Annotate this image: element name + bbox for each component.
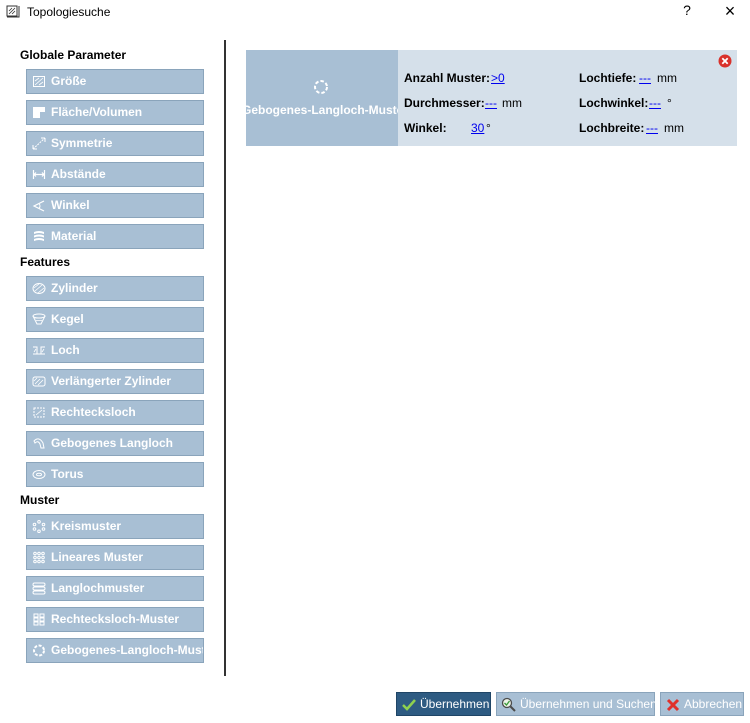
lochwinkel-label: Lochwinkel: (579, 96, 649, 110)
hole-icon (33, 346, 45, 355)
sidebar-item-kreismuster[interactable]: Kreismuster (26, 514, 204, 539)
section-title-muster: Muster (20, 493, 60, 507)
cone-icon (32, 313, 46, 325)
apply-button-label: Übernehmen (420, 697, 490, 711)
sidebar-item-label: Gebogenes-Langloch-Muster (51, 643, 204, 657)
sidebar-item-label: Rechtecksloch-Muster (51, 612, 180, 626)
sidebar-item-flaeche-volumen[interactable]: Fläche/Volumen (26, 100, 204, 125)
sidebar-item-label: Loch (51, 343, 80, 357)
apply-and-search-button-label: Übernehmen und Suchen (520, 697, 657, 711)
durchmesser-label: Durchmesser: (404, 96, 485, 110)
linear-pattern-icon (33, 551, 45, 564)
anzahl-muster-label: Anzahl Muster: (404, 71, 491, 85)
sidebar-item-label: Langlochmuster (51, 581, 145, 595)
panel-divider (224, 40, 226, 676)
sidebar-item-rechtecksloch[interactable]: Rechtecksloch (26, 400, 204, 425)
size-icon (33, 76, 45, 87)
help-button[interactable]: ? (680, 2, 694, 18)
curved-slot-pattern-icon (33, 644, 45, 657)
window-title: Topologiesuche (27, 5, 111, 19)
sidebar-item-gebogenes-langloch[interactable]: Gebogenes Langloch (26, 431, 204, 456)
sidebar-item-label: Abstände (51, 167, 106, 181)
sidebar-item-label: Kegel (51, 312, 84, 326)
sidebar-item-kegel[interactable]: Kegel (26, 307, 204, 332)
slot-pattern-icon (32, 582, 46, 595)
curved-slot-pattern-icon (314, 80, 328, 94)
distance-icon (32, 170, 46, 179)
topology-app-icon (6, 5, 20, 18)
apply-and-search-button[interactable]: Übernehmen und Suchen (496, 692, 657, 716)
lochbreite-value[interactable]: --- (646, 121, 658, 135)
sidebar-item-label: Rechtecksloch (51, 405, 136, 419)
circular-pattern-icon (32, 520, 46, 533)
cancel-x-icon (666, 698, 680, 712)
sidebar-item-verlaengerter-zylinder[interactable]: Verlängerter Zylinder (26, 369, 204, 394)
sidebar: Globale Parameter Größe Fläche/Volumen S… (20, 48, 210, 669)
cancel-button[interactable]: Abbrechen (660, 692, 744, 716)
sidebar-item-label: Zylinder (51, 281, 98, 295)
sidebar-item-label: Kreismuster (51, 519, 122, 533)
apply-button[interactable]: Übernehmen (396, 692, 491, 716)
torus-icon (32, 470, 46, 479)
sidebar-item-winkel[interactable]: Winkel (26, 193, 204, 218)
criteria-card-title: Gebogenes-Langloch-Muster (246, 103, 398, 117)
sidebar-item-loch[interactable]: Loch (26, 338, 204, 363)
extended-cylinder-icon (32, 376, 46, 387)
sidebar-item-symmetrie[interactable]: Symmetrie (26, 131, 204, 156)
section-title-features: Features (20, 255, 71, 269)
durchmesser-unit: mm (502, 96, 522, 110)
sidebar-item-label: Torus (51, 467, 84, 481)
sidebar-item-lineares-muster[interactable]: Lineares Muster (26, 545, 204, 570)
rectangular-hole-pattern-icon (33, 613, 45, 626)
area-volume-icon (33, 107, 45, 118)
sidebar-item-rechtecksloch-muster[interactable]: Rechtecksloch-Muster (26, 607, 204, 632)
sidebar-item-groesse[interactable]: Größe (26, 69, 204, 94)
sidebar-item-gebogenes-langloch-muster[interactable]: Gebogenes-Langloch-Muster (26, 638, 204, 663)
criteria-card: Gebogenes-Langloch-Muster Anzahl Muster:… (246, 50, 737, 146)
sidebar-item-torus[interactable]: Torus (26, 462, 204, 487)
winkel-value[interactable]: 30 (471, 121, 484, 135)
sidebar-item-langlochmuster[interactable]: Langlochmuster (26, 576, 204, 601)
lochwinkel-value[interactable]: --- (649, 96, 661, 110)
symmetry-icon (32, 137, 46, 150)
sidebar-item-material[interactable]: Material (26, 224, 204, 249)
section-title-globale-parameter: Globale Parameter (20, 48, 127, 62)
lochtiefe-unit: mm (657, 71, 677, 85)
lochbreite-label: Lochbreite: (579, 121, 645, 135)
sidebar-item-label: Winkel (51, 198, 90, 212)
anzahl-muster-value[interactable]: >0 (491, 71, 505, 85)
lochbreite-unit: mm (664, 121, 684, 135)
search-icon (501, 697, 516, 712)
lochtiefe-label: Lochtiefe: (579, 71, 637, 85)
angle-icon (32, 200, 45, 212)
remove-criteria-icon[interactable] (718, 54, 732, 68)
durchmesser-value[interactable]: --- (485, 96, 497, 110)
sidebar-item-abstaende[interactable]: Abstände (26, 162, 204, 187)
sidebar-item-label: Symmetrie (51, 136, 113, 150)
sidebar-item-label: Gebogenes Langloch (51, 436, 174, 450)
title-bar: Topologiesuche ? × (0, 0, 750, 24)
sidebar-item-label: Fläche/Volumen (51, 105, 143, 119)
winkel-label: Winkel: (404, 121, 447, 135)
sidebar-item-label: Verlängerter Zylinder (51, 374, 172, 388)
sidebar-item-label: Lineares Muster (51, 550, 144, 564)
sidebar-item-label: Material (51, 229, 97, 243)
sidebar-item-label: Größe (51, 74, 87, 88)
lochtiefe-value[interactable]: --- (639, 71, 651, 85)
cancel-button-label: Abbrechen (684, 697, 743, 711)
lochwinkel-unit: ° (667, 96, 672, 110)
material-icon (34, 231, 44, 241)
cylinder-icon (32, 283, 46, 294)
criteria-card-header[interactable]: Gebogenes-Langloch-Muster (246, 50, 398, 146)
winkel-unit: ° (486, 121, 491, 135)
curved-slot-icon (33, 438, 45, 449)
window-close-button[interactable]: × (720, 2, 740, 20)
checkmark-icon (402, 699, 416, 711)
sidebar-item-zylinder[interactable]: Zylinder (26, 276, 204, 301)
rectangular-hole-icon (33, 407, 45, 418)
